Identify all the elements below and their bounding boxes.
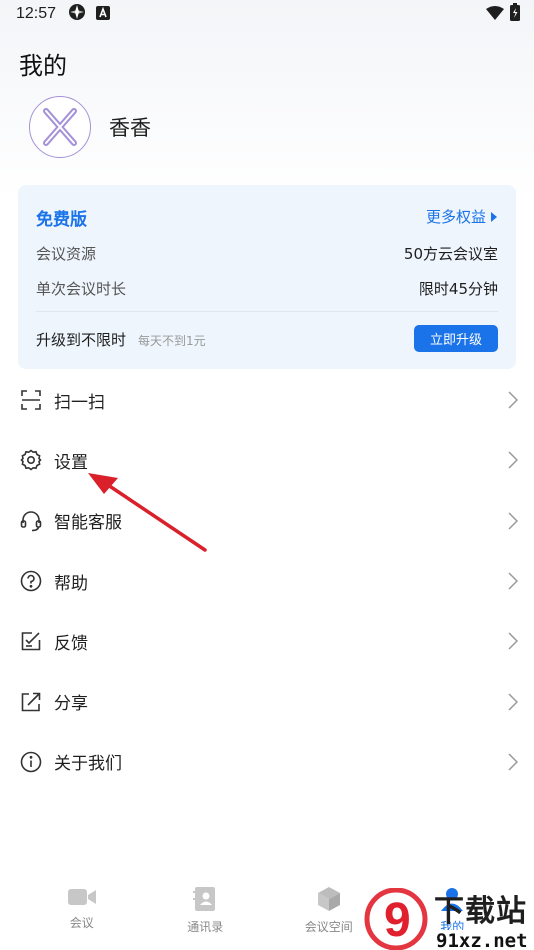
upgrade-text: 升级到不限时	[36, 331, 127, 349]
plan-card: 免费版 更多权益 会议资源 50方云会议室 单次会议时长 限时45分钟 升级到不…	[18, 185, 516, 369]
plan-name: 免费版	[36, 210, 87, 230]
user-name[interactable]: 香香	[109, 112, 151, 142]
avatar[interactable]	[29, 96, 91, 158]
cube-icon	[317, 887, 340, 911]
chevron-right-icon	[508, 572, 518, 590]
tab-meeting[interactable]: 会议	[37, 886, 127, 931]
chevron-right-icon	[508, 451, 518, 469]
menu-item-label: 扫一扫	[54, 392, 105, 413]
menu-item-feedback[interactable]: 反馈	[0, 611, 534, 671]
watermark-title: 下载站	[434, 894, 527, 929]
chevron-right-icon	[508, 693, 518, 711]
plan-row-resource: 会议资源 50方云会议室	[36, 243, 498, 264]
tab-label: 会议	[69, 916, 94, 930]
tab-label: 会议空间	[304, 920, 353, 934]
page-title: 我的	[19, 52, 67, 80]
watermark: 9 下载站 91xz.net	[362, 886, 530, 950]
menu-item-label: 关于我们	[54, 754, 122, 775]
menu-item-about[interactable]: 关于我们	[0, 732, 534, 792]
chevron-right-icon	[508, 632, 518, 650]
menu-item-share[interactable]: 分享	[0, 671, 534, 731]
tab-contacts[interactable]: 通讯录	[160, 886, 250, 935]
chevron-right-icon	[508, 391, 518, 409]
sync-icon	[68, 3, 86, 25]
menu-item-label: 反馈	[54, 633, 88, 654]
menu-item-label: 设置	[54, 452, 88, 473]
avatar-x-logo-icon	[43, 108, 77, 146]
feedback-icon	[20, 630, 42, 652]
tab-meeting-space[interactable]: 会议空间	[284, 886, 374, 935]
plan-row-label: 会议资源	[36, 245, 97, 263]
upgrade-subtext: 每天不到1元	[138, 334, 206, 348]
wifi-icon	[486, 5, 504, 24]
battery-icon	[510, 3, 520, 25]
a-badge-icon	[96, 5, 111, 24]
upgrade-button[interactable]: 立即升级	[414, 325, 498, 352]
tab-label: 通讯录	[187, 920, 224, 934]
info-icon	[20, 751, 42, 773]
plan-row-duration: 单次会议时长 限时45分钟	[36, 278, 498, 299]
menu-item-help[interactable]: 帮助	[0, 551, 534, 611]
menu-item-settings[interactable]: 设置	[0, 430, 534, 490]
menu-item-scan[interactable]: 扫一扫	[0, 370, 534, 430]
divider	[36, 311, 498, 312]
chevron-right-icon	[508, 512, 518, 530]
more-benefits-link[interactable]: 更多权益	[426, 206, 498, 227]
watermark-logo-digit: 9	[384, 894, 411, 947]
headset-icon	[20, 510, 42, 532]
watermark-domain: 91xz.net	[434, 930, 530, 950]
menu-item-support[interactable]: 智能客服	[0, 491, 534, 551]
caret-right-icon	[491, 211, 497, 222]
plan-row-label: 单次会议时长	[36, 280, 127, 298]
scan-icon	[20, 389, 42, 411]
share-icon	[20, 691, 42, 713]
menu-item-label: 智能客服	[54, 513, 122, 534]
chevron-right-icon	[508, 753, 518, 771]
menu-list: 扫一扫 设置 智能客服 帮助 反馈 分享 关于我们	[0, 370, 534, 792]
menu-item-label: 帮助	[54, 573, 88, 594]
plan-row-value: 限时45分钟	[418, 280, 498, 298]
profile-section[interactable]: 香香	[29, 96, 151, 158]
help-icon	[20, 570, 42, 592]
contacts-icon	[193, 887, 216, 911]
gear-icon	[20, 449, 42, 471]
plan-row-value: 50方云会议室	[403, 245, 498, 263]
status-time: 12:57	[16, 5, 57, 22]
watermark-logo-icon: 9	[364, 888, 428, 950]
video-camera-icon	[67, 889, 96, 905]
menu-item-label: 分享	[54, 694, 88, 715]
more-benefits-label: 更多权益	[425, 208, 486, 226]
status-bar: 12:57	[0, 0, 534, 28]
